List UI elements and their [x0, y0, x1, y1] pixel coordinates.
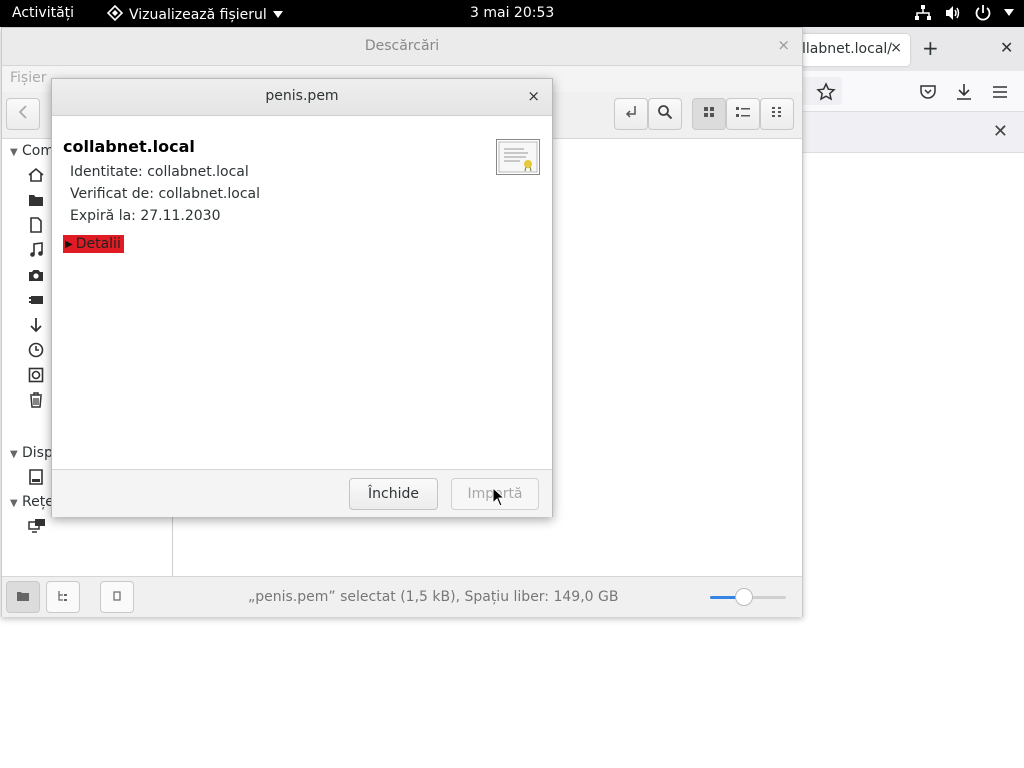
download-icon[interactable]	[954, 82, 974, 106]
sidebar-section-computer[interactable]: ▼ Com	[10, 143, 54, 159]
drive-icon[interactable]	[28, 469, 48, 487]
location-button[interactable]	[614, 98, 648, 130]
back-button[interactable]	[6, 98, 40, 130]
enter-location-icon	[623, 104, 639, 124]
zoom-slider[interactable]	[710, 588, 786, 606]
folder-icon	[17, 591, 29, 604]
close-button-label: Închide	[368, 486, 419, 502]
network-computer-icon[interactable]	[28, 518, 48, 536]
clock[interactable]: 3 mai 20:53	[470, 5, 554, 21]
firefox-new-tab-button[interactable]: +	[922, 36, 939, 60]
home-icon[interactable]	[28, 167, 48, 185]
firefox-tab[interactable]: llabnet.local/ ×	[794, 34, 910, 66]
search-icon	[657, 104, 673, 124]
search-button[interactable]	[648, 98, 682, 130]
compact-view-button[interactable]	[760, 98, 794, 130]
list-view-button[interactable]	[726, 98, 760, 130]
close-button[interactable]: Închide	[349, 478, 438, 510]
status-text: „penis.pem” selectat (1,5 kB), Spațiu li…	[248, 589, 619, 605]
dialog-titlebar: penis.pem ×	[52, 79, 552, 116]
menu-item-file[interactable]: Fișier	[10, 70, 46, 86]
camera-icon[interactable]	[28, 267, 48, 285]
grid-view-icon	[703, 106, 715, 122]
toggle-sidebar-button[interactable]	[6, 581, 40, 613]
files-close-button[interactable]: ×	[777, 36, 790, 54]
disc-icon[interactable]	[28, 367, 48, 385]
list-view-icon	[736, 106, 750, 122]
files-statusbar: „penis.pem” selectat (1,5 kB), Spațiu li…	[2, 576, 802, 617]
certificate-name: collabnet.local	[63, 137, 195, 156]
document-icon[interactable]	[28, 217, 48, 235]
sidebar-section-label: Com	[22, 143, 54, 159]
files-titlebar: Descărcări ×	[2, 28, 802, 66]
clock-icon[interactable]	[28, 342, 48, 360]
dialog-close-button[interactable]: ×	[527, 87, 540, 105]
panel-icon	[112, 590, 122, 604]
power-icon	[974, 4, 992, 22]
chevron-down-icon	[272, 7, 283, 23]
details-expander[interactable]: ▶ Detalii	[63, 235, 124, 253]
dialog-footer: Închide Importă	[52, 469, 552, 517]
sidebar-section-label: Disp	[22, 445, 53, 461]
certificate-icon	[496, 139, 540, 175]
compact-view-icon	[771, 106, 783, 122]
toggle-terminal-button[interactable]	[100, 581, 134, 613]
trash-icon[interactable]	[28, 392, 48, 410]
sidebar-section-devices[interactable]: ▼ Disp	[10, 445, 53, 461]
certificate-dialog: penis.pem × collabnet.local Identitate: …	[51, 78, 553, 517]
arrow-down-icon[interactable]	[28, 317, 48, 335]
apps-icon	[106, 4, 124, 25]
bookmark-star-icon[interactable]	[816, 82, 836, 106]
firefox-tab-title: llabnet.local/	[802, 41, 893, 57]
back-icon	[18, 105, 28, 123]
folder-icon[interactable]	[28, 192, 48, 210]
pocket-icon[interactable]	[918, 82, 938, 106]
volume-icon	[944, 4, 962, 22]
system-tray[interactable]	[914, 4, 1014, 22]
dialog-title: penis.pem	[265, 88, 339, 104]
app-menu[interactable]: Vizualizează fișierul	[106, 4, 283, 25]
firefox-notification-bar: ✕	[800, 112, 1024, 153]
certificate-verified-by: Verificat de: collabnet.local	[70, 186, 261, 202]
sidebar-section-label: Rețe	[22, 494, 54, 510]
video-icon[interactable]	[28, 292, 48, 310]
close-icon[interactable]: ✕	[993, 121, 1008, 142]
top-bar: Activități Vizualizează fișierul 3 mai 2…	[0, 0, 1024, 27]
certificate-identity: Identitate: collabnet.local	[70, 164, 249, 180]
mouse-cursor-icon	[492, 486, 506, 511]
firefox-tab-close-button[interactable]: ×	[890, 40, 902, 56]
app-menu-label: Vizualizează fișierul	[129, 7, 267, 23]
hamburger-menu-icon[interactable]	[990, 82, 1010, 106]
zoom-slider-handle[interactable]	[735, 588, 754, 606]
expander-arrow-icon: ▶	[65, 238, 73, 250]
tree-icon	[58, 590, 68, 604]
firefox-close-window-button[interactable]: ✕	[1000, 38, 1013, 57]
chevron-down-icon	[1004, 9, 1014, 17]
files-window-title: Descărcări	[364, 38, 440, 54]
sidebar-section-network[interactable]: ▼ Rețe	[10, 494, 54, 510]
grid-view-button[interactable]	[692, 98, 726, 130]
details-label: Detalii	[75, 236, 121, 252]
toggle-tree-button[interactable]	[46, 581, 80, 613]
network-icon	[914, 4, 932, 22]
certificate-expiry: Expiră la: 27.11.2030	[70, 208, 221, 224]
music-icon[interactable]	[28, 242, 48, 260]
activities-button[interactable]: Activități	[12, 5, 74, 21]
